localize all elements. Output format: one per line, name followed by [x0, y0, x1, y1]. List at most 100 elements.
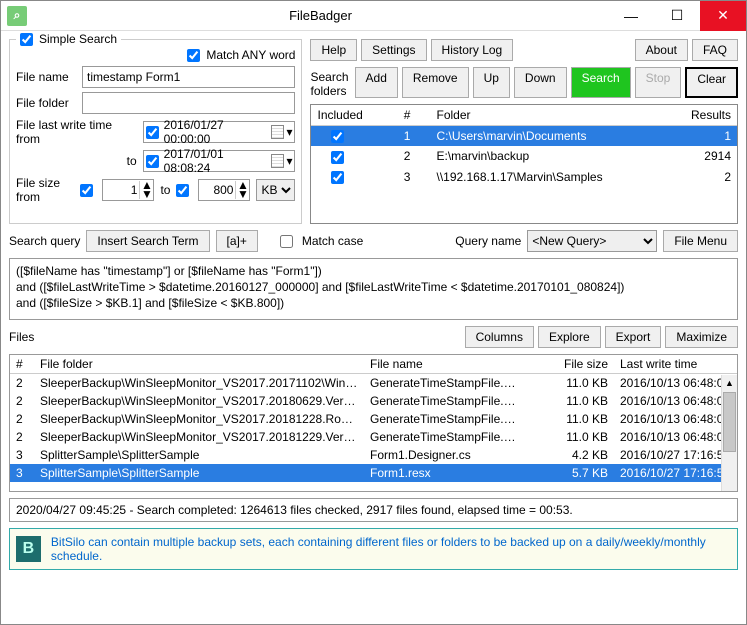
result-row[interactable]: 2 SleeperBackup\WinSleepMonitor_VS2017.2…	[10, 428, 737, 446]
folder-row[interactable]: 3 \\192.168.1.17\Marvin\Samples 2	[311, 167, 737, 187]
scroll-up-icon[interactable]: ▲	[722, 375, 737, 391]
folder-row[interactable]: 1 C:\Users\marvin\Documents 1	[311, 126, 737, 146]
folder-results: 2914	[667, 146, 737, 166]
size-to-input[interactable]	[199, 181, 235, 199]
row-num: 2	[10, 392, 34, 410]
date-from-picker[interactable]: 2016/01/27 00:00:00 ▾	[143, 121, 296, 143]
row-size: 11.0 KB	[524, 392, 614, 410]
faq-button[interactable]: FAQ	[692, 39, 738, 61]
row-size: 11.0 KB	[524, 428, 614, 446]
row-folder: SleeperBackup\WinSleepMonitor_VS2017.201…	[34, 428, 364, 446]
spin-down-icon[interactable]: ▼	[140, 190, 153, 199]
date-from-check[interactable]	[146, 126, 159, 139]
row-folder: SleeperBackup\WinSleepMonitor_VS2017.201…	[34, 410, 364, 428]
scroll-thumb[interactable]	[723, 392, 736, 452]
help-button[interactable]: Help	[310, 39, 357, 61]
up-button[interactable]: Up	[473, 67, 510, 98]
size-unit-select[interactable]: KB	[256, 179, 295, 201]
result-row[interactable]: 2 SleeperBackup\WinSleepMonitor_VS2017.2…	[10, 392, 737, 410]
simple-search-checkbox[interactable]	[20, 33, 33, 46]
export-button[interactable]: Export	[605, 326, 662, 348]
folder-include-checkbox[interactable]	[331, 151, 344, 164]
search-button[interactable]: Search	[571, 67, 631, 98]
match-any-label: Match ANY word	[206, 48, 295, 62]
col-num[interactable]: #	[366, 105, 416, 125]
row-num: 2	[10, 410, 34, 428]
remove-button[interactable]: Remove	[402, 67, 469, 98]
size-from-input[interactable]	[103, 181, 139, 199]
file-menu-button[interactable]: File Menu	[663, 230, 738, 252]
files-label: Files	[9, 330, 461, 344]
explore-button[interactable]: Explore	[538, 326, 601, 348]
row-lwt: 2016/10/13 06:48:02	[614, 392, 737, 410]
maximize-results-button[interactable]: Maximize	[665, 326, 738, 348]
window-title: FileBadger	[33, 8, 608, 23]
size-from-spinner[interactable]: ▲▼	[102, 179, 154, 201]
match-case-checkbox[interactable]	[280, 235, 293, 248]
col-row-num[interactable]: #	[10, 355, 34, 373]
calendar-icon[interactable]	[271, 154, 284, 168]
size-to-check[interactable]	[176, 184, 189, 197]
date-to-value: 2017/01/01 08:08:24	[164, 147, 269, 175]
row-lwt: 2016/10/13 06:48:02	[614, 428, 737, 446]
row-size: 11.0 KB	[524, 374, 614, 392]
search-folders-grid[interactable]: Included # Folder Results 1 C:\Users\mar…	[310, 104, 738, 224]
search-query-text[interactable]: ([$fileName has "timestamp"] or [$fileNa…	[9, 258, 738, 320]
folder-include-checkbox[interactable]	[331, 130, 344, 143]
insert-term-button[interactable]: Insert Search Term	[86, 230, 209, 252]
row-folder: SplitterSample\SplitterSample	[34, 446, 364, 464]
promo-banner[interactable]: B BitSilo can contain multiple backup se…	[9, 528, 738, 570]
history-log-button[interactable]: History Log	[431, 39, 514, 61]
chevron-down-icon[interactable]: ▾	[286, 154, 292, 168]
minimize-button[interactable]: —	[608, 1, 654, 31]
result-row[interactable]: 2 SleeperBackup\WinSleepMonitor_VS2017.2…	[10, 410, 737, 428]
about-button[interactable]: About	[635, 39, 688, 61]
close-button[interactable]: ✕	[700, 1, 746, 31]
row-filename: Form1.resx	[364, 464, 524, 482]
simple-search-label: Simple Search	[39, 32, 117, 46]
results-scrollbar[interactable]: ▲	[721, 375, 737, 491]
maximize-button[interactable]: ☐	[654, 1, 700, 31]
columns-button[interactable]: Columns	[465, 326, 534, 348]
titlebar: ⌕ FileBadger — ☐ ✕	[1, 1, 746, 31]
clear-button[interactable]: Clear	[685, 67, 738, 98]
size-to-spinner[interactable]: ▲▼	[198, 179, 250, 201]
file-folder-input[interactable]	[82, 92, 295, 114]
result-row[interactable]: 3 SplitterSample\SplitterSample Form1.re…	[10, 464, 737, 482]
size-from-check[interactable]	[80, 184, 93, 197]
col-results[interactable]: Results	[667, 105, 737, 125]
chevron-down-icon[interactable]: ▾	[286, 125, 292, 139]
bitsilo-logo-icon: B	[16, 536, 41, 562]
file-folder-label: File folder	[16, 96, 76, 110]
regex-button[interactable]: [a]+	[216, 230, 258, 252]
down-button[interactable]: Down	[514, 67, 567, 98]
add-button[interactable]: Add	[355, 67, 398, 98]
col-file-name[interactable]: File name	[364, 355, 524, 373]
row-folder: SplitterSample\SplitterSample	[34, 464, 364, 482]
col-included[interactable]: Included	[311, 105, 366, 125]
query-name-select[interactable]: <New Query>	[527, 230, 657, 252]
folder-path: C:\Users\marvin\Documents	[416, 126, 667, 146]
col-file-size[interactable]: File size	[524, 355, 614, 373]
results-table[interactable]: # File folder File name File size Last w…	[9, 354, 738, 492]
settings-button[interactable]: Settings	[361, 39, 426, 61]
date-to-picker[interactable]: 2017/01/01 08:08:24 ▾	[143, 150, 296, 172]
match-case-label: Match case	[302, 234, 363, 248]
col-file-folder[interactable]: File folder	[34, 355, 364, 373]
status-bar: 2020/04/27 09:45:25 - Search completed: …	[9, 498, 738, 522]
folder-row[interactable]: 2 E:\marvin\backup 2914	[311, 146, 737, 166]
stop-button[interactable]: Stop	[635, 67, 682, 98]
file-name-input[interactable]	[82, 66, 295, 88]
folder-results: 1	[667, 126, 737, 146]
match-any-checkbox[interactable]	[187, 49, 200, 62]
folder-include-checkbox[interactable]	[331, 171, 344, 184]
row-num: 3	[10, 464, 34, 482]
spin-down-icon[interactable]: ▼	[236, 190, 249, 199]
date-to-check[interactable]	[146, 155, 159, 168]
calendar-icon[interactable]	[271, 125, 284, 139]
search-folders-label: Search folders	[310, 67, 350, 98]
col-last-write[interactable]: Last write time	[614, 355, 737, 373]
result-row[interactable]: 2 SleeperBackup\WinSleepMonitor_VS2017.2…	[10, 374, 737, 392]
result-row[interactable]: 3 SplitterSample\SplitterSample Form1.De…	[10, 446, 737, 464]
col-folder[interactable]: Folder	[416, 105, 667, 125]
